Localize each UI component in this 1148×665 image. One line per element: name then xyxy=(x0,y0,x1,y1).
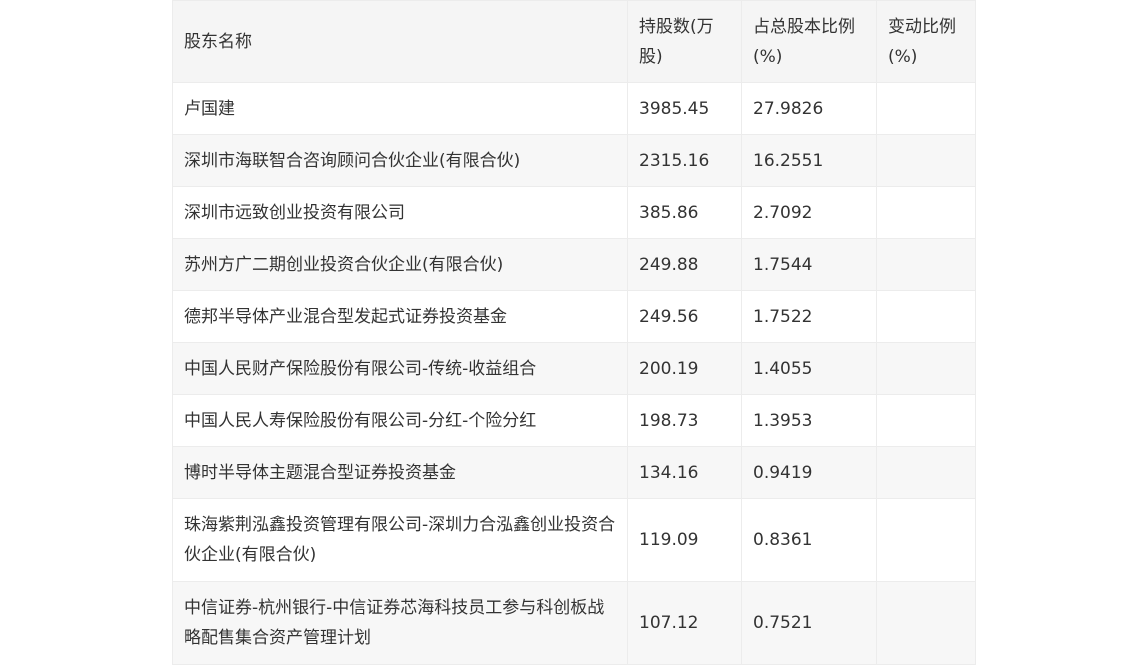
cell-name: 中信证券-杭州银行-中信证券芯海科技员工参与科创板战略配售集合资产管理计划 xyxy=(172,581,628,665)
cell-ratio: 1.7544 xyxy=(741,238,877,291)
table-row: 卢国建 3985.45 27.9826 xyxy=(172,82,976,135)
cell-change xyxy=(876,446,976,499)
table-row: 中国人民人寿保险股份有限公司-分红-个险分红 198.73 1.3953 xyxy=(172,394,976,447)
cell-shares: 119.09 xyxy=(627,498,742,582)
cell-shares: 385.86 xyxy=(627,186,742,239)
cell-name: 苏州方广二期创业投资合伙企业(有限合伙) xyxy=(172,238,628,291)
cell-change xyxy=(876,290,976,343)
header-shares: 持股数(万股) xyxy=(627,0,742,83)
cell-change xyxy=(876,498,976,582)
cell-shares: 2315.16 xyxy=(627,134,742,187)
table-row: 深圳市海联智合咨询顾问合伙企业(有限合伙) 2315.16 16.2551 xyxy=(172,134,976,187)
table-row: 珠海紫荆泓鑫投资管理有限公司-深圳力合泓鑫创业投资合伙企业(有限合伙) 119.… xyxy=(172,498,976,582)
cell-name: 博时半导体主题混合型证券投资基金 xyxy=(172,446,628,499)
header-shareholder-name: 股东名称 xyxy=(172,0,628,83)
shareholders-table: 股东名称 持股数(万股) 占总股本比例(%) 变动比例(%) 卢国建 3985.… xyxy=(172,0,976,665)
cell-change xyxy=(876,186,976,239)
cell-change xyxy=(876,238,976,291)
cell-name: 中国人民人寿保险股份有限公司-分红-个险分红 xyxy=(172,394,628,447)
cell-change xyxy=(876,394,976,447)
cell-ratio: 0.8361 xyxy=(741,498,877,582)
table-row: 苏州方广二期创业投资合伙企业(有限合伙) 249.88 1.7544 xyxy=(172,238,976,291)
cell-ratio: 0.9419 xyxy=(741,446,877,499)
cell-shares: 198.73 xyxy=(627,394,742,447)
cell-shares: 200.19 xyxy=(627,342,742,395)
cell-shares: 107.12 xyxy=(627,581,742,665)
cell-change xyxy=(876,134,976,187)
cell-ratio: 1.7522 xyxy=(741,290,877,343)
cell-name: 德邦半导体产业混合型发起式证券投资基金 xyxy=(172,290,628,343)
cell-name: 珠海紫荆泓鑫投资管理有限公司-深圳力合泓鑫创业投资合伙企业(有限合伙) xyxy=(172,498,628,582)
cell-ratio: 0.7521 xyxy=(741,581,877,665)
cell-ratio: 27.9826 xyxy=(741,82,877,135)
table-header-row: 股东名称 持股数(万股) 占总股本比例(%) 变动比例(%) xyxy=(172,0,976,83)
cell-shares: 249.88 xyxy=(627,238,742,291)
cell-ratio: 1.3953 xyxy=(741,394,877,447)
table-row: 深圳市远致创业投资有限公司 385.86 2.7092 xyxy=(172,186,976,239)
cell-change xyxy=(876,342,976,395)
cell-name: 中国人民财产保险股份有限公司-传统-收益组合 xyxy=(172,342,628,395)
cell-ratio: 1.4055 xyxy=(741,342,877,395)
table-row: 中信证券-杭州银行-中信证券芯海科技员工参与科创板战略配售集合资产管理计划 10… xyxy=(172,581,976,665)
cell-ratio: 16.2551 xyxy=(741,134,877,187)
cell-name: 深圳市远致创业投资有限公司 xyxy=(172,186,628,239)
table-row: 中国人民财产保险股份有限公司-传统-收益组合 200.19 1.4055 xyxy=(172,342,976,395)
cell-shares: 3985.45 xyxy=(627,82,742,135)
table-row: 德邦半导体产业混合型发起式证券投资基金 249.56 1.7522 xyxy=(172,290,976,343)
cell-name: 深圳市海联智合咨询顾问合伙企业(有限合伙) xyxy=(172,134,628,187)
cell-shares: 249.56 xyxy=(627,290,742,343)
header-change: 变动比例(%) xyxy=(876,0,976,83)
cell-name: 卢国建 xyxy=(172,82,628,135)
cell-shares: 134.16 xyxy=(627,446,742,499)
header-ratio: 占总股本比例(%) xyxy=(741,0,877,83)
cell-ratio: 2.7092 xyxy=(741,186,877,239)
cell-change xyxy=(876,581,976,665)
cell-change xyxy=(876,82,976,135)
table-row: 博时半导体主题混合型证券投资基金 134.16 0.9419 xyxy=(172,446,976,499)
